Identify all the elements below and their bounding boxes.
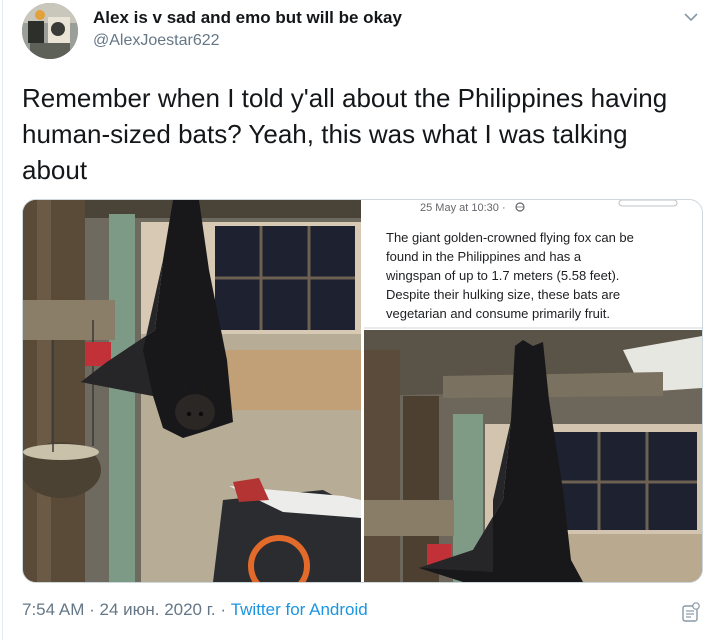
bat-photo-left bbox=[23, 200, 361, 582]
embedded-post-caption-line: vegetarian and consume primarily fruit. bbox=[386, 306, 610, 321]
tweet-date[interactable]: 24 июн. 2020 г. bbox=[99, 600, 215, 619]
embedded-post-date: 25 May at 10:30 · bbox=[420, 202, 506, 214]
meta-separator: · bbox=[215, 600, 231, 619]
tweet-meta: 7:54 AM · 24 июн. 2020 г. · Twitter for … bbox=[22, 600, 368, 620]
meta-separator: · bbox=[84, 600, 100, 619]
embedded-post-caption-line: Despite their hulking size, these bats a… bbox=[386, 287, 620, 302]
embedded-post-caption-line: wingspan of up to 1.7 meters (5.58 feet)… bbox=[385, 268, 619, 283]
embedded-post: 25 May at 10:30 · The giant golden-crown… bbox=[364, 200, 702, 329]
tweet-media[interactable]: 25 May at 10:30 · The giant golden-crown… bbox=[22, 199, 703, 583]
chevron-down-icon[interactable] bbox=[680, 8, 702, 26]
avatar[interactable] bbox=[22, 3, 78, 59]
tweet-source-link[interactable]: Twitter for Android bbox=[231, 600, 368, 619]
bat-photo-right bbox=[364, 330, 702, 582]
embedded-post-caption-line: The giant golden-crowned flying fox can … bbox=[386, 230, 634, 245]
tweet-text-line: human-sized bats? Yeah, this was what I … bbox=[22, 119, 628, 149]
display-name[interactable]: Alex is v sad and emo but will be okay bbox=[93, 8, 402, 28]
tweet-text: Remember when I told y'all about the Phi… bbox=[22, 80, 712, 188]
embedded-post-caption-line: found in the Philippines and has a bbox=[386, 249, 582, 264]
tweet-text-line: Remember when I told y'all about the Phi… bbox=[22, 83, 668, 113]
tweet-text-line: about bbox=[22, 155, 88, 185]
analytics-icon[interactable] bbox=[680, 601, 702, 623]
timeline-border bbox=[2, 0, 3, 640]
tweet-time[interactable]: 7:54 AM bbox=[22, 600, 84, 619]
tweet-card: Alex is v sad and emo but will be okay @… bbox=[0, 0, 716, 640]
user-handle[interactable]: @AlexJoestar622 bbox=[93, 32, 220, 50]
